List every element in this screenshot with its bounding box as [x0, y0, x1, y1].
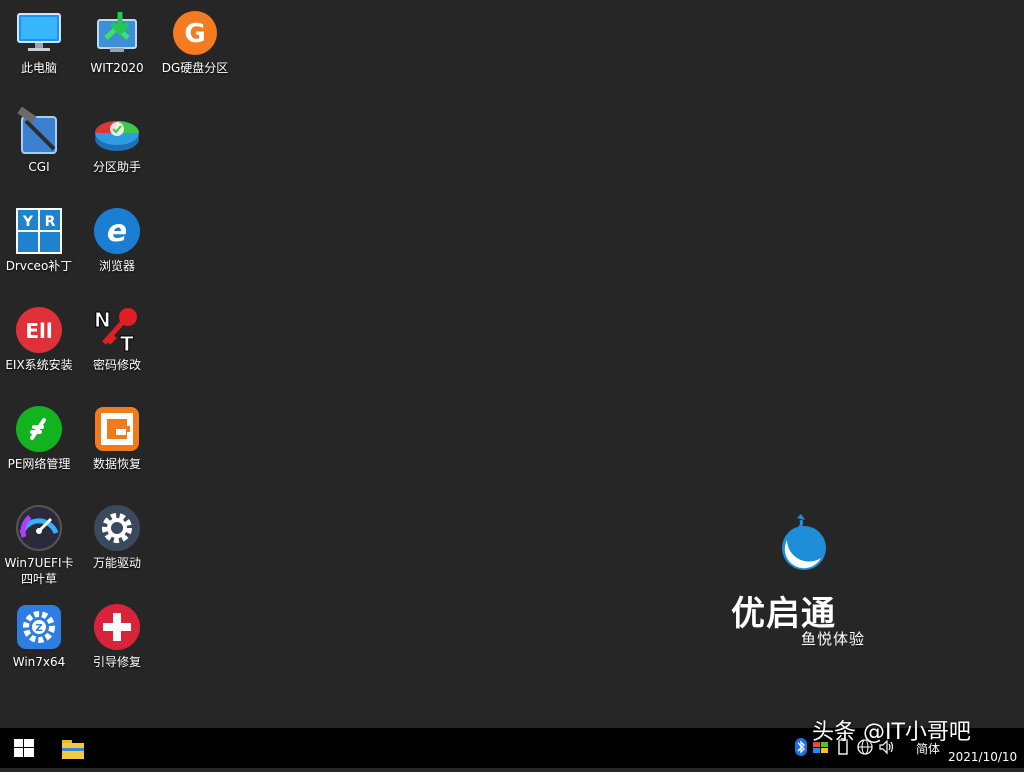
network-leaf-icon: [14, 404, 64, 454]
file-explorer-icon: [62, 740, 84, 759]
windows-logo-icon: [14, 739, 34, 757]
desktop-icon-password-change[interactable]: N T 密码修改: [78, 297, 156, 389]
desktop-icon-label: CGI: [28, 160, 50, 174]
gauge-icon: [14, 503, 64, 553]
desktop-icon-label: DG硬盘分区: [161, 61, 229, 75]
svg-text:G: G: [184, 19, 205, 49]
svg-text:e: e: [107, 214, 127, 249]
desktop-icon-label: 浏览器: [98, 259, 135, 273]
desktop-icon-data-recovery[interactable]: 数据恢复: [78, 396, 156, 488]
desktop-icon-label: 数据恢复: [92, 457, 141, 471]
desktop-icon-cgi[interactable]: CGI: [0, 99, 78, 191]
svg-text:N: N: [94, 308, 111, 332]
desktop-icon-label: Drvceo补丁: [5, 259, 73, 273]
svg-text:Ell: Ell: [25, 319, 52, 343]
g-disk-icon: G: [170, 8, 220, 58]
desktop-icon-label: 密码修改: [92, 358, 141, 372]
nt-key-icon: N T: [92, 305, 142, 357]
watermark: 头条 @IT小哥吧: [812, 720, 971, 745]
puzzle-gear-icon: Z: [14, 602, 64, 652]
desktop: 此电脑 WIT2020 G DG硬盘分区 CGI 分区助手 Y R Drvceo…: [0, 0, 1024, 728]
tray-date[interactable]: 2021/10/10: [948, 750, 1022, 764]
desktop-icon-wit2020[interactable]: WIT2020: [78, 0, 156, 92]
desktop-icon-dg-partition[interactable]: G DG硬盘分区: [156, 0, 234, 92]
desktop-icon-eix-install[interactable]: Ell EIX系统安装: [0, 297, 78, 389]
gear-icon: [92, 503, 142, 553]
partition-disk-icon: [92, 107, 142, 157]
desktop-icon-partition-assistant[interactable]: 分区助手: [78, 99, 156, 191]
svg-text:Y: Y: [22, 214, 34, 230]
desktop-icon-label: WIT2020: [90, 61, 144, 75]
plus-cross-icon: [92, 602, 142, 652]
taskbar-file-explorer[interactable]: [50, 728, 96, 768]
hammer-icon: [14, 106, 64, 157]
desktop-icon-pe-network[interactable]: PE网络管理: [0, 396, 78, 488]
desktop-icon-universal-driver[interactable]: 万能驱动: [78, 495, 156, 587]
desktop-icon-label: 万能驱动: [92, 556, 141, 570]
brand-logo: 优启通 鱼悦体验: [725, 510, 885, 650]
start-button[interactable]: [0, 728, 48, 768]
recovery-g-icon: [92, 404, 142, 454]
desktop-icon-browser[interactable]: e 浏览器: [78, 198, 156, 290]
desktop-icon-label: Win7x64: [12, 655, 66, 669]
droplet-logo-icon: [782, 514, 826, 570]
desktop-icon-label: 此电脑: [20, 61, 57, 75]
yr-system-icon: Y R: [14, 206, 64, 256]
desktop-icon-computer[interactable]: 此电脑: [0, 0, 78, 92]
brand-tagline: 鱼悦体验: [801, 630, 866, 648]
desktop-icon-label: 引导修复: [92, 655, 141, 669]
ie-browser-icon: e: [92, 206, 142, 256]
desktop-icon-label: Win7UEFI卡 四叶草: [4, 556, 74, 586]
monitor-icon: [14, 8, 64, 58]
desktop-icon-drvceo-patch[interactable]: Y R Drvceo补丁: [0, 198, 78, 290]
desktop-icon-win7-uefi[interactable]: Win7UEFI卡 四叶草: [0, 495, 78, 587]
svg-text:T: T: [120, 332, 134, 355]
svg-text:R: R: [45, 214, 56, 230]
svg-text:Z: Z: [35, 623, 42, 634]
desktop-icon-label: 分区助手: [92, 160, 141, 174]
desktop-icon-win7x64[interactable]: Z Win7x64: [0, 594, 78, 686]
desktop-icon-label: PE网络管理: [7, 457, 71, 471]
desktop-icon-boot-repair[interactable]: 引导修复: [78, 594, 156, 686]
desktop-icon-label: EIX系统安装: [5, 358, 73, 372]
bluetooth-icon[interactable]: [792, 738, 810, 756]
install-arrow-icon: [92, 8, 142, 58]
eix-icon: Ell: [14, 305, 64, 355]
